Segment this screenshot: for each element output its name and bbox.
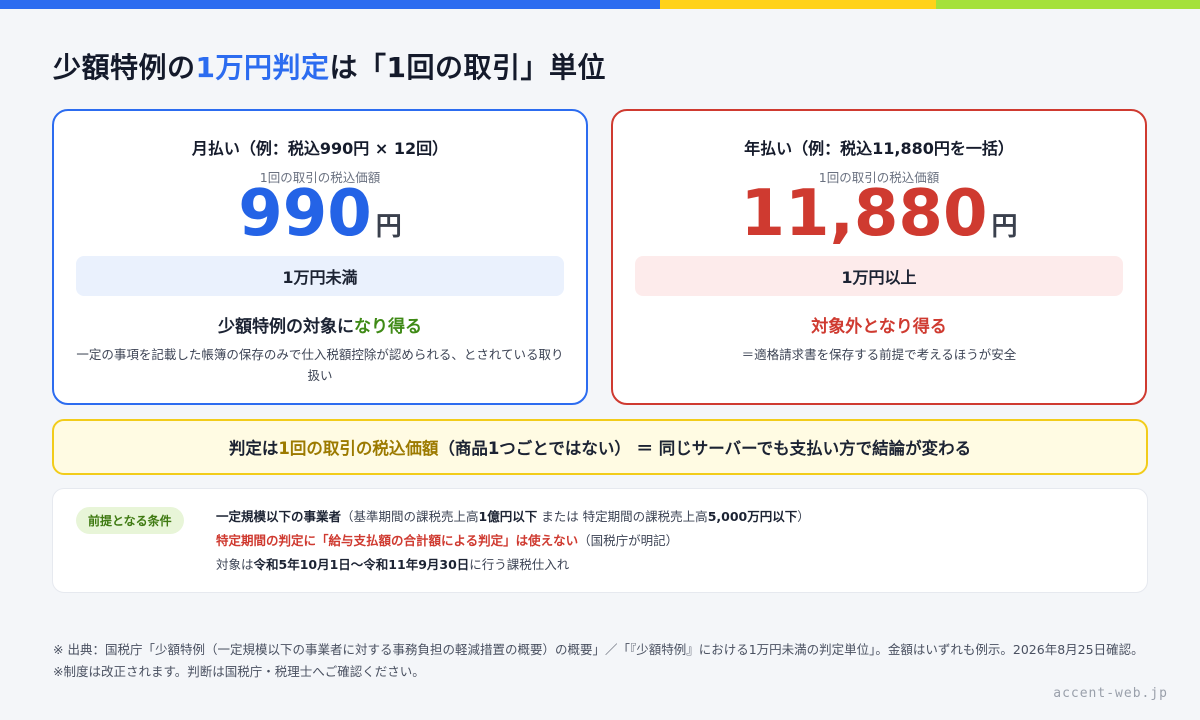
banner-highlight: 1回の取引の税込価額 (278, 439, 439, 458)
annual-note: ＝適格請求書を保存する前提で考えるほうが安全 (741, 347, 1017, 362)
condition-line-1: 一定規模以下の事業者（基準期間の課税売上高1億円以下 または 特定期間の課税売上… (216, 505, 1131, 529)
monthly-verdict: 少額特例の対象になり得る (54, 312, 586, 337)
annual-card: 年払い（例：税込11,880円を一括） 1回の取引の税込価額 11,880 円 … (611, 109, 1147, 405)
annual-amount: 11,880 (740, 177, 988, 251)
annual-heading: 年払い（例：税込11,880円を一括） (744, 139, 1014, 158)
monthly-badge: 1万円未満 (76, 256, 564, 296)
accent-bar-blue (0, 0, 660, 9)
page-title: 少額特例の1万円判定は「1回の取引」単位 (53, 46, 606, 86)
title-highlight: 1万円判定 (195, 51, 330, 84)
conditions-tag: 前提となる条件 (76, 507, 184, 534)
top-accent-bar (0, 0, 1200, 9)
cond1-bold3: 5,000万円以下 (707, 509, 798, 524)
cond2-red: 特定期間の判定に「給与支払額の合計額による判定」は使えない (216, 533, 579, 548)
cond1-text3: ） (797, 509, 810, 524)
monthly-card: 月払い（例：税込990円 × 12回） 1回の取引の税込価額 990 円 1万円… (52, 109, 588, 405)
monthly-verdict-highlight: なり得る (354, 317, 422, 337)
cond1-text2: または 特定期間の課税売上高 (537, 509, 708, 524)
accent-bar-yellow (660, 0, 936, 9)
cond1-bold1: 一定規模以下の事業者 (216, 509, 342, 524)
judgment-banner: 判定は 1回の取引の税込価額 （商品1つごとではない） ＝ 同じサーバーでも支払い方… (52, 419, 1148, 475)
cond1-bold2: 1億円以下 (478, 509, 538, 524)
source-note: ※ 出典：国税庁「少額特例（一定規模以下の事業者に対する事務負担の軽減措置の概要… (53, 642, 1144, 679)
annual-price: 11,880 円 (613, 177, 1145, 251)
accent-bar-green (936, 0, 1200, 9)
monthly-note: 一定の事項を記載した帳簿の保存のみで仕入税額控除が認められる、とされている取り扱… (76, 347, 564, 383)
monthly-price: 990 円 (54, 177, 586, 251)
monthly-unit: 円 (375, 212, 402, 242)
condition-line-3: 対象は令和5年10月1日〜令和11年9月30日に行う課税仕入れ (216, 553, 1131, 577)
conditions-panel: 前提となる条件 一定規模以下の事業者（基準期間の課税売上高1億円以下 または 特… (52, 488, 1148, 593)
annual-verdict: 対象外となり得る (811, 317, 947, 337)
annual-badge: 1万円以上 (635, 256, 1123, 296)
conditions-lines: 一定規模以下の事業者（基準期間の課税売上高1億円以下 または 特定期間の課税売上… (216, 505, 1131, 577)
cond1-text1: （基準期間の課税売上高 (341, 509, 479, 524)
cond3-text1: 対象は (216, 557, 254, 572)
annual-unit: 円 (991, 212, 1018, 242)
banner-suffix: （商品1つごとではない） ＝ 同じサーバーでも支払い方で結論が変わる (438, 439, 972, 458)
monthly-heading: 月払い（例：税込990円 × 12回） (191, 139, 449, 158)
monthly-verdict-prefix: 少額特例の対象に (218, 317, 354, 337)
title-suffix: は「1回の取引」単位 (329, 51, 606, 84)
brand-watermark: accent-web.jp (1053, 686, 1168, 701)
monthly-amount: 990 (238, 177, 372, 251)
condition-line-2: 特定期間の判定に「給与支払額の合計額による判定」は使えない（国税庁が明記） (216, 529, 1131, 553)
banner-prefix: 判定は (228, 439, 279, 458)
cond3-bold: 令和5年10月1日〜令和11年9月30日 (253, 557, 470, 572)
title-prefix: 少額特例の (53, 51, 196, 84)
cond3-text2: に行う課税仕入れ (469, 557, 570, 572)
cond2-rest: （国税庁が明記） (578, 533, 679, 548)
